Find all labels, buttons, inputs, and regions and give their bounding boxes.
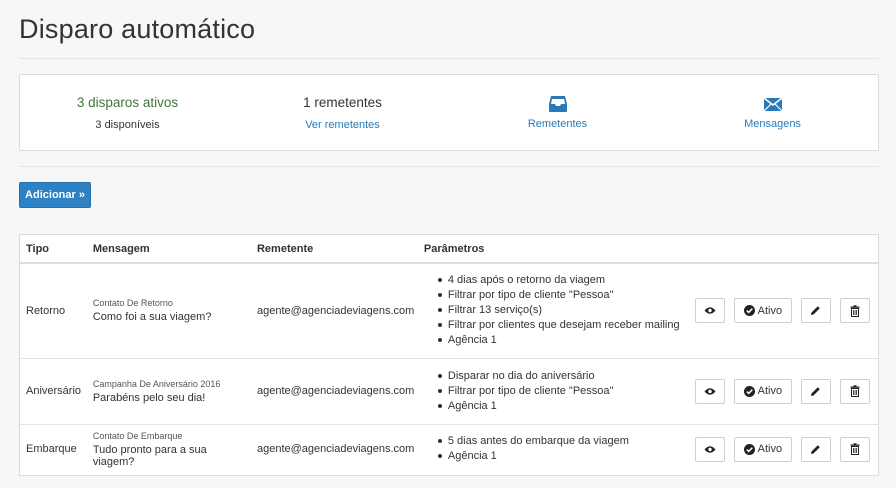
mensagens-label: Mensagens xyxy=(744,118,801,130)
param-item: Agência 1 xyxy=(437,449,683,464)
pencil-icon xyxy=(811,306,821,316)
eye-icon xyxy=(704,307,716,314)
param-item: Filtrar por tipo de cliente "Pessoa" xyxy=(437,288,683,303)
params-list: 4 dias após o retorno da viagem Filtrar … xyxy=(424,273,683,348)
params-list: Disparar no dia do aniversário Filtrar p… xyxy=(424,369,683,414)
params-list: 5 dias antes do embarque da viagem Agênc… xyxy=(424,434,683,464)
inbox-icon xyxy=(548,96,567,112)
pencil-icon xyxy=(811,444,821,454)
param-item: Filtrar por tipo de cliente "Pessoa" xyxy=(437,384,683,399)
senders-stat: 1 remetentes Ver remetentes xyxy=(235,75,450,150)
view-button[interactable] xyxy=(694,298,725,324)
edit-button[interactable] xyxy=(800,298,831,324)
row-message-cell: Contato De Retorno Como foi a sua viagem… xyxy=(87,263,251,358)
table-header-row: Tipo Mensagem Remetente Parâmetros xyxy=(20,235,878,264)
view-senders-link[interactable]: Ver remetentes xyxy=(235,119,450,131)
edit-button[interactable] xyxy=(800,436,831,462)
status-toggle-button[interactable]: Ativo xyxy=(733,378,792,404)
row-type: Embarque xyxy=(20,423,87,474)
campaign-name: Contato De Embarque xyxy=(92,430,183,441)
row-message-cell: Campanha De Aniversário 2016 Parabéns pe… xyxy=(86,357,251,424)
delete-button[interactable] xyxy=(840,378,870,404)
param-item: Filtrar 13 serviço(s) xyxy=(437,303,683,318)
row-type: Aniversário xyxy=(20,357,87,424)
status-label: Ativo xyxy=(757,385,783,397)
row-actions: Ativo xyxy=(682,357,878,424)
row-sender: agente@agenciadeviagens.com xyxy=(256,304,415,317)
table-row: Retorno Contato De Retorno Como foi a su… xyxy=(20,263,878,358)
view-button[interactable] xyxy=(694,378,725,404)
status-label: Ativo xyxy=(757,443,783,456)
dispatch-table: Tipo Mensagem Remetente Parâmetros Retor… xyxy=(19,234,879,476)
param-item: Filtrar por clientes que desejam receber… xyxy=(437,318,683,333)
status-toggle-button[interactable]: Ativo xyxy=(733,436,792,462)
header-remetente: Remetente xyxy=(250,235,418,264)
param-item: 5 dias antes do embarque da viagem xyxy=(437,434,683,449)
view-button[interactable] xyxy=(694,436,725,462)
available-count: 3 disponíveis xyxy=(95,119,160,131)
stats-panel: 3 disparos ativos 3 disponíveis 1 remete… xyxy=(19,74,879,151)
section-divider xyxy=(19,166,879,167)
title-divider xyxy=(19,58,879,59)
page-title: Disparo automático xyxy=(19,14,256,44)
header-mensagem: Mensagem xyxy=(86,235,251,264)
header-parametros: Parâmetros xyxy=(417,235,683,264)
remetentes-label: Remetentes xyxy=(527,118,588,130)
campaign-name: Campanha De Aniversário 2016 xyxy=(92,378,221,389)
row-message-cell: Contato De Embarque Tudo pronto para a s… xyxy=(86,423,251,474)
message-text: Tudo pronto para a sua viagem? xyxy=(92,443,207,468)
message-text: Parabéns pelo seu dia! xyxy=(92,391,206,404)
header-actions xyxy=(682,235,878,264)
check-circle-icon xyxy=(743,305,755,317)
row-params-cell: 5 dias antes do embarque da viagem Agênc… xyxy=(417,423,683,474)
row-sender: agente@agenciadeviagens.com xyxy=(250,423,418,474)
table-row: Aniversário Campanha De Aniversário 2016… xyxy=(20,357,878,424)
delete-button[interactable] xyxy=(840,298,870,324)
check-circle-icon xyxy=(743,443,755,455)
table-row: Embarque Contato De Embarque Tudo pronto… xyxy=(20,423,878,474)
row-params-cell: Disparar no dia do aniversário Filtrar p… xyxy=(417,357,683,424)
message-text: Como foi a sua viagem? xyxy=(92,311,212,324)
param-item: 4 dias após o retorno da viagem xyxy=(437,273,683,288)
active-dispatch-stat: 3 disparos ativos 3 disponíveis xyxy=(20,75,235,150)
eye-icon xyxy=(704,387,716,395)
header-tipo: Tipo xyxy=(20,235,87,264)
edit-button[interactable] xyxy=(800,378,831,404)
remetentes-link[interactable]: Remetentes xyxy=(450,75,665,150)
row-actions: Ativo xyxy=(682,423,878,474)
delete-button[interactable] xyxy=(840,436,870,462)
status-label: Ativo xyxy=(757,304,783,317)
param-item: Agência 1 xyxy=(437,333,683,348)
active-dispatch-count: 3 disparos ativos xyxy=(76,95,179,110)
add-button[interactable]: Adicionar » xyxy=(19,182,91,208)
status-toggle-button[interactable]: Ativo xyxy=(733,298,792,324)
envelope-icon xyxy=(763,97,782,112)
campaign-name: Contato De Retorno xyxy=(92,298,173,309)
trash-icon xyxy=(850,305,860,317)
eye-icon xyxy=(704,446,716,453)
mensagens-link[interactable]: Mensagens xyxy=(665,75,880,150)
trash-icon xyxy=(850,385,860,397)
row-sender: agente@agenciadeviagens.com xyxy=(250,357,418,424)
param-item: Agência 1 xyxy=(437,399,683,414)
senders-count: 1 remetentes xyxy=(303,95,382,110)
check-circle-icon xyxy=(743,385,755,397)
row-params-cell: 4 dias após o retorno da viagem Filtrar … xyxy=(418,263,683,358)
row-type: Retorno xyxy=(26,304,66,317)
pencil-icon xyxy=(811,386,821,396)
trash-icon xyxy=(850,443,860,456)
param-item: Disparar no dia do aniversário xyxy=(437,369,683,384)
row-actions: Ativo xyxy=(683,263,878,358)
